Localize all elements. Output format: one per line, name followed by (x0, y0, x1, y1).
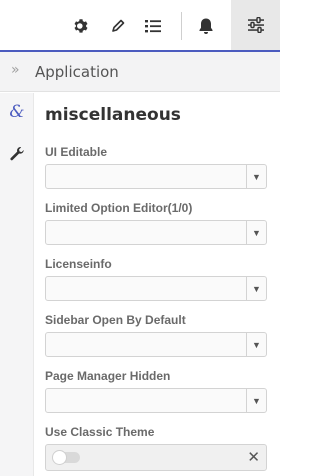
bell-icon[interactable] (191, 10, 221, 42)
wrench-icon[interactable] (0, 139, 34, 169)
field-label-ui-editable: UI Editable (45, 145, 108, 159)
chevron-down-icon: ▼ (246, 389, 266, 412)
top-toolbar (0, 0, 280, 52)
chevron-down-icon: ▼ (246, 165, 266, 188)
list-icon[interactable] (138, 10, 168, 42)
field-label-sidebar-open-by-default: Sidebar Open By Default (45, 313, 186, 327)
toolbar-divider (181, 12, 182, 40)
gear-icon[interactable] (66, 10, 96, 42)
page-manager-hidden-select[interactable]: ▼ (45, 388, 267, 413)
chevron-down-icon: ▼ (246, 277, 266, 300)
field-label-use-classic-theme: Use Classic Theme (45, 425, 155, 439)
field-label-page-manager-hidden: Page Manager Hidden (45, 369, 171, 383)
sliders-icon[interactable] (231, 0, 280, 50)
chevron-down-icon: ▼ (246, 333, 266, 356)
settings-panel: miscellaneous UI Editable ▼ Limited Opti… (35, 93, 280, 476)
section-title: miscellaneous (45, 105, 181, 125)
breadcrumb: » Application (0, 52, 280, 92)
pencil-icon[interactable] (103, 10, 133, 42)
toggle-knob (52, 450, 67, 465)
use-classic-theme-toggle[interactable] (52, 450, 80, 465)
ui-editable-select[interactable]: ▼ (45, 164, 267, 189)
breadcrumb-label: Application (35, 63, 119, 81)
double-chevron-right-icon[interactable]: » (11, 62, 20, 78)
sidebar-open-by-default-select[interactable]: ▼ (45, 332, 267, 357)
licenseinfo-select[interactable]: ▼ (45, 276, 267, 301)
ampersand-icon[interactable]: & (0, 97, 34, 127)
clear-icon[interactable]: ✕ (247, 448, 260, 466)
chevron-down-icon: ▼ (246, 221, 266, 244)
field-label-limited-option-editor: Limited Option Editor(1/0) (45, 201, 193, 215)
left-icon-rail: & (0, 93, 34, 476)
limited-option-editor-select[interactable]: ▼ (45, 220, 267, 245)
field-label-licenseinfo: Licenseinfo (45, 257, 112, 271)
use-classic-theme-field: ✕ (45, 444, 267, 471)
